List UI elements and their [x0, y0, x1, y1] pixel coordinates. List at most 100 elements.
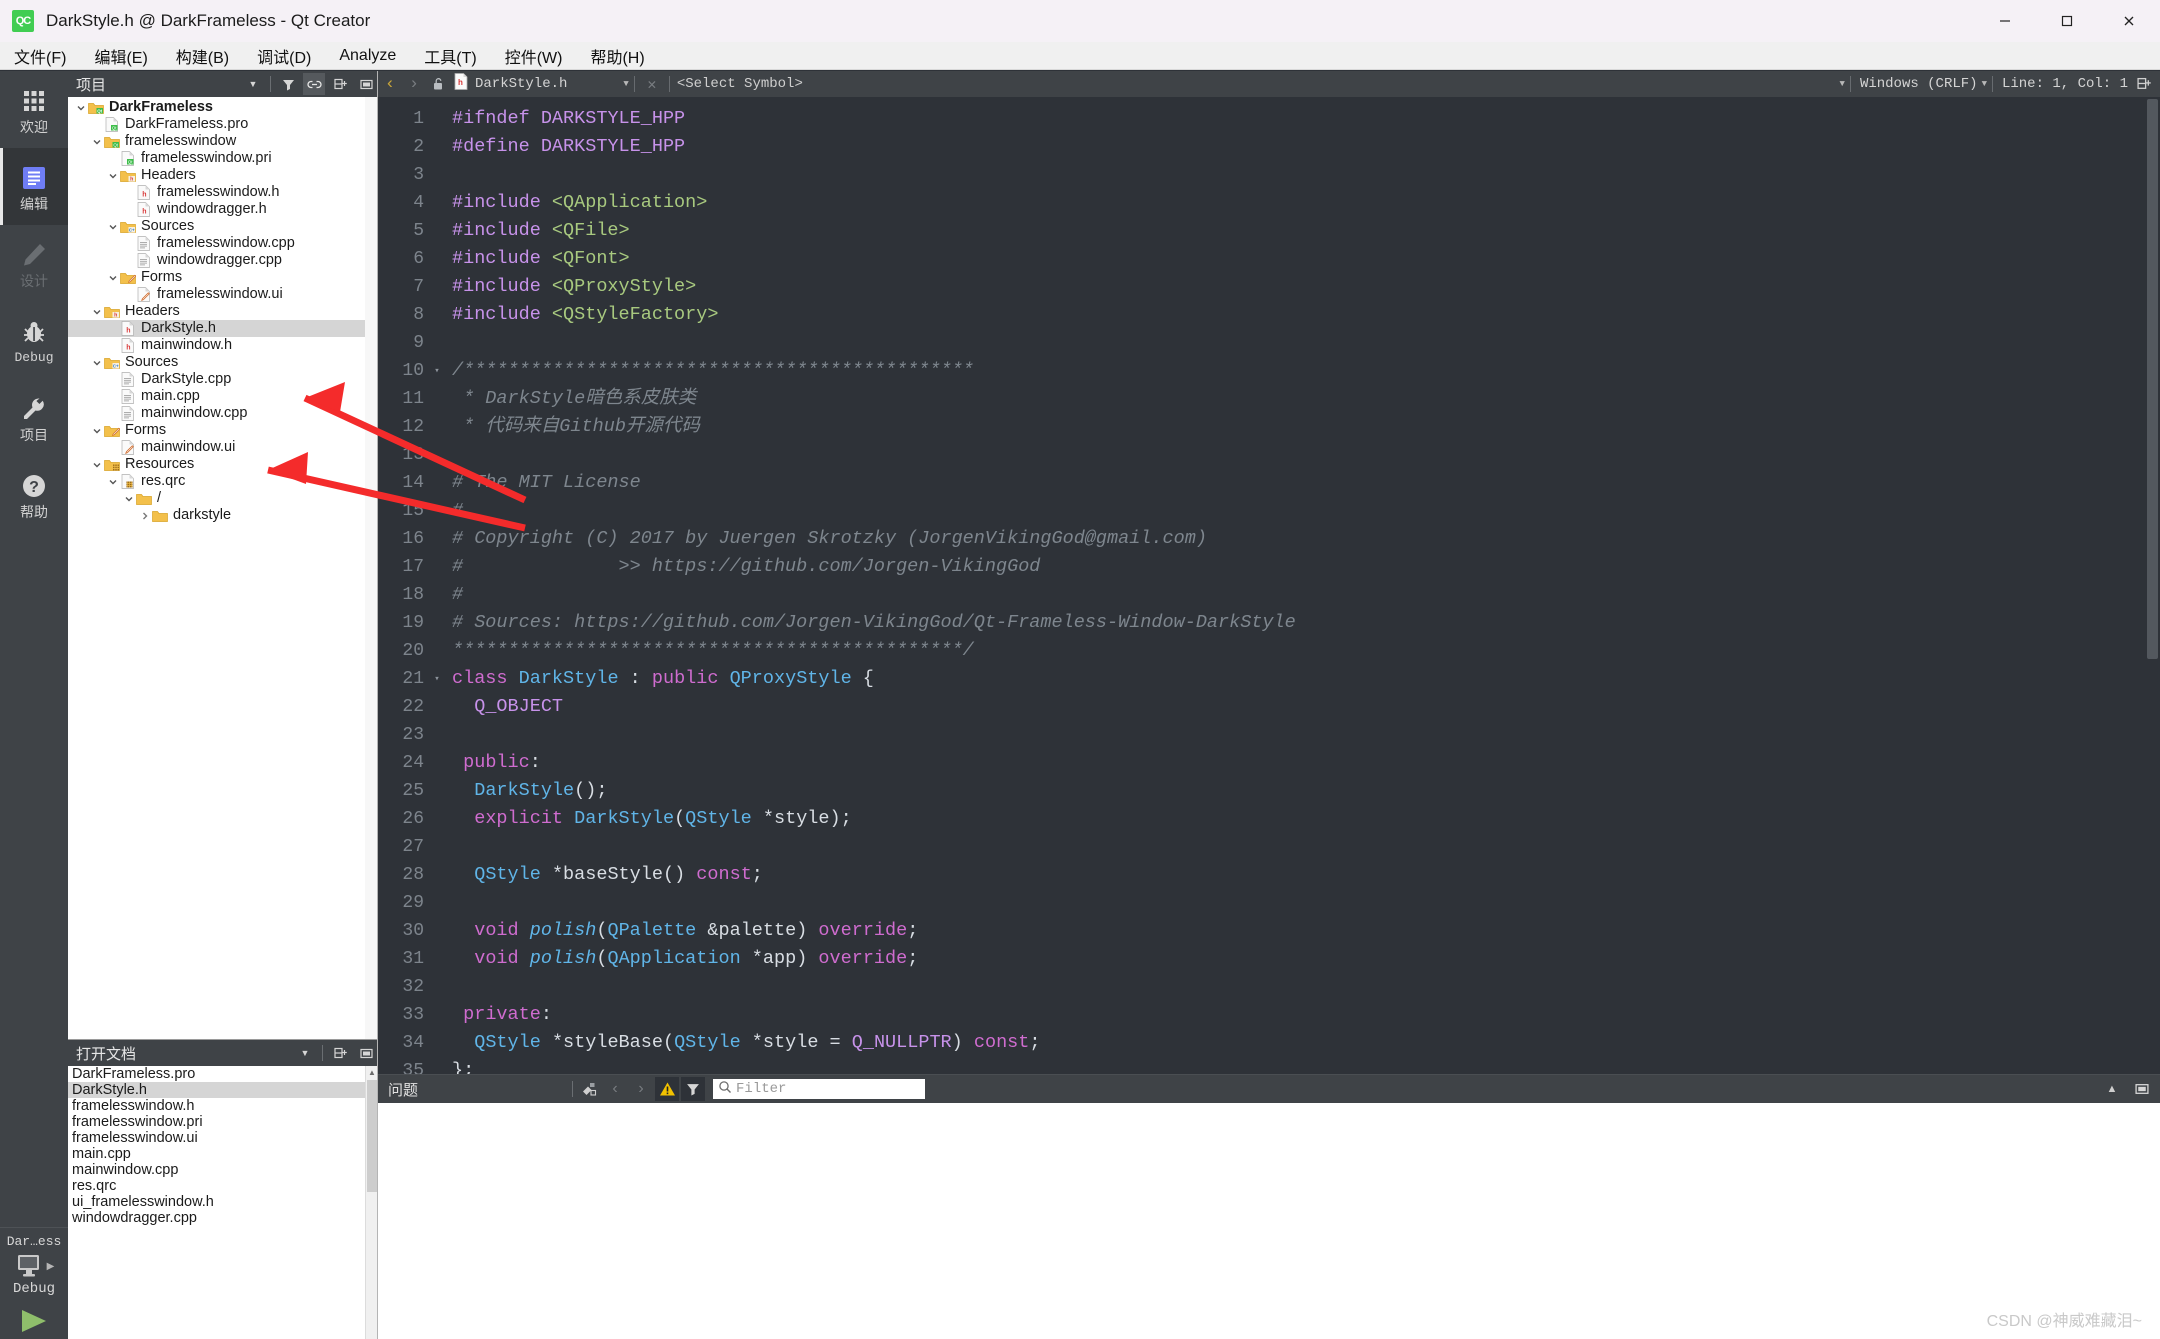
open-document-item[interactable]: DarkFrameless.pro: [68, 1066, 377, 1082]
open-document-item[interactable]: main.cpp: [68, 1146, 377, 1162]
tree-item[interactable]: hmainwindow.h: [68, 337, 377, 354]
tree-item[interactable]: mainwindow.cpp: [68, 405, 377, 422]
chevron-down-icon[interactable]: [106, 475, 120, 489]
line-ending-selector[interactable]: Windows (CRLF): [1856, 76, 1982, 92]
chevron-up-icon[interactable]: ▲: [2100, 1077, 2124, 1101]
code-line[interactable]: 6#include <QFont>: [378, 245, 2160, 273]
code-line[interactable]: 19# Sources: https://github.com/Jorgen-V…: [378, 609, 2160, 637]
tree-item[interactable]: DarkStyle.cpp: [68, 371, 377, 388]
code-line[interactable]: 26 explicit DarkStyle(QStyle *style);: [378, 805, 2160, 833]
open-document-item[interactable]: mainwindow.cpp: [68, 1162, 377, 1178]
scrollbar-thumb[interactable]: [367, 1080, 377, 1192]
open-document-item[interactable]: res.qrc: [68, 1178, 377, 1194]
open-documents-scrollbar[interactable]: ▲: [365, 1066, 377, 1339]
menu-debug[interactable]: 调试(D): [243, 42, 325, 70]
code-line[interactable]: 9: [378, 329, 2160, 357]
run-play-icon[interactable]: [0, 1303, 68, 1335]
code-line[interactable]: 4#include <QApplication>: [378, 189, 2160, 217]
filter-icon[interactable]: [681, 1077, 705, 1101]
tree-item[interactable]: hHeaders: [68, 167, 377, 184]
code-line[interactable]: 20**************************************…: [378, 637, 2160, 665]
code-line[interactable]: 11 * DarkStyle暗色系皮肤类: [378, 385, 2160, 413]
tree-item[interactable]: Qtframelesswindow: [68, 133, 377, 150]
tree-item[interactable]: Qtframelesswindow.pri: [68, 150, 377, 167]
mode-button-编辑[interactable]: 编辑: [0, 148, 68, 225]
scrollbar-thumb[interactable]: [2147, 99, 2158, 659]
code-line[interactable]: 5#include <QFile>: [378, 217, 2160, 245]
chevron-down-icon[interactable]: [90, 135, 104, 149]
split-icon[interactable]: [329, 1042, 351, 1064]
open-document-item[interactable]: framelesswindow.h: [68, 1098, 377, 1114]
current-file-chip[interactable]: h DarkStyle.h: [450, 73, 567, 95]
tree-item[interactable]: framelesswindow.cpp: [68, 235, 377, 252]
code-line[interactable]: 8#include <QStyleFactory>: [378, 301, 2160, 329]
code-line[interactable]: 25 DarkStyle();: [378, 777, 2160, 805]
tree-item[interactable]: darkstyle: [68, 507, 377, 524]
code-line[interactable]: 33 private:: [378, 1001, 2160, 1029]
chevron-right-icon[interactable]: ›: [629, 1077, 653, 1101]
tree-item[interactable]: hframelesswindow.h: [68, 184, 377, 201]
kit-selector[interactable]: Dar…ess ▶ Debug: [0, 1227, 68, 1339]
tree-item[interactable]: QtDarkFrameless.pro: [68, 116, 377, 133]
mode-button-帮助[interactable]: ?帮助: [0, 456, 68, 533]
split-icon[interactable]: [329, 73, 351, 95]
menu-build[interactable]: 构建(B): [162, 42, 243, 70]
tree-item[interactable]: C+Sources: [68, 354, 377, 371]
code-line[interactable]: 10▾/************************************…: [378, 357, 2160, 385]
link-icon[interactable]: [303, 73, 325, 95]
run-configuration[interactable]: ▶: [0, 1251, 68, 1281]
open-document-item[interactable]: ui_framelesswindow.h: [68, 1194, 377, 1210]
menu-edit[interactable]: 编辑(E): [80, 42, 161, 70]
tree-item[interactable]: framelesswindow.ui: [68, 286, 377, 303]
mode-button-设计[interactable]: 设计: [0, 225, 68, 302]
code-line[interactable]: 23: [378, 721, 2160, 749]
open-document-item[interactable]: DarkStyle.h: [68, 1082, 377, 1098]
chevron-down-icon[interactable]: [106, 220, 120, 234]
tree-item[interactable]: Forms: [68, 269, 377, 286]
tree-item[interactable]: C+Sources: [68, 218, 377, 235]
scroll-up-icon[interactable]: ▲: [366, 1066, 377, 1078]
encoding-dropdown-icon[interactable]: ▼: [1840, 79, 1845, 89]
file-dropdown-icon[interactable]: ▼: [623, 79, 628, 89]
code-line[interactable]: 34 QStyle *styleBase(QStyle *style = Q_N…: [378, 1029, 2160, 1057]
chevron-left-icon[interactable]: ‹: [378, 72, 402, 96]
close-panel-icon[interactable]: [355, 73, 377, 95]
tree-item[interactable]: mainwindow.ui: [68, 439, 377, 456]
close-icon[interactable]: ✕: [640, 72, 664, 96]
chevron-down-icon[interactable]: [90, 424, 104, 438]
fold-marker-icon[interactable]: ▾: [430, 665, 444, 693]
maximize-button[interactable]: [2036, 0, 2098, 42]
code-line[interactable]: 7#include <QProxyStyle>: [378, 273, 2160, 301]
code-line[interactable]: 31 void polish(QApplication *app) overri…: [378, 945, 2160, 973]
code-line[interactable]: 32: [378, 973, 2160, 1001]
chevron-down-icon[interactable]: [90, 356, 104, 370]
menu-help[interactable]: 帮助(H): [576, 42, 658, 70]
open-document-item[interactable]: framelesswindow.pri: [68, 1114, 377, 1130]
code-line[interactable]: 21▾class DarkStyle : public QProxyStyle …: [378, 665, 2160, 693]
code-line[interactable]: 1#ifndef DARKSTYLE_HPP: [378, 105, 2160, 133]
symbol-selector[interactable]: <Select Symbol>: [675, 76, 803, 92]
mode-button-Debug[interactable]: Debug: [0, 302, 68, 379]
code-content[interactable]: 1#ifndef DARKSTYLE_HPP2#define DARKSTYLE…: [378, 97, 2160, 1074]
code-line[interactable]: 16# Copyright (C) 2017 by Juergen Skrotz…: [378, 525, 2160, 553]
close-panel-icon[interactable]: [355, 1042, 377, 1064]
split-icon[interactable]: [2132, 72, 2156, 96]
code-line[interactable]: 35};: [378, 1057, 2160, 1074]
clear-icon[interactable]: [577, 1077, 601, 1101]
panel-dropdown-button[interactable]: ▼: [242, 73, 264, 95]
tree-item[interactable]: windowdragger.cpp: [68, 252, 377, 269]
chevron-down-icon[interactable]: [90, 458, 104, 472]
mode-button-项目[interactable]: 项目: [0, 379, 68, 456]
code-line[interactable]: 3: [378, 161, 2160, 189]
code-editor[interactable]: 1#ifndef DARKSTYLE_HPP2#define DARKSTYLE…: [378, 97, 2160, 1074]
warning-icon[interactable]: [655, 1077, 679, 1101]
tree-item[interactable]: hDarkStyle.h: [68, 320, 377, 337]
code-line[interactable]: 22 Q_OBJECT: [378, 693, 2160, 721]
code-line[interactable]: 14# The MIT License: [378, 469, 2160, 497]
project-tree-scrollbar[interactable]: [365, 97, 377, 1039]
close-button[interactable]: [2098, 0, 2160, 42]
chevron-down-icon[interactable]: [74, 101, 88, 115]
menu-analyze[interactable]: Analyze: [325, 42, 410, 70]
code-line[interactable]: 29: [378, 889, 2160, 917]
issues-filter-input[interactable]: Filter: [713, 1079, 925, 1099]
